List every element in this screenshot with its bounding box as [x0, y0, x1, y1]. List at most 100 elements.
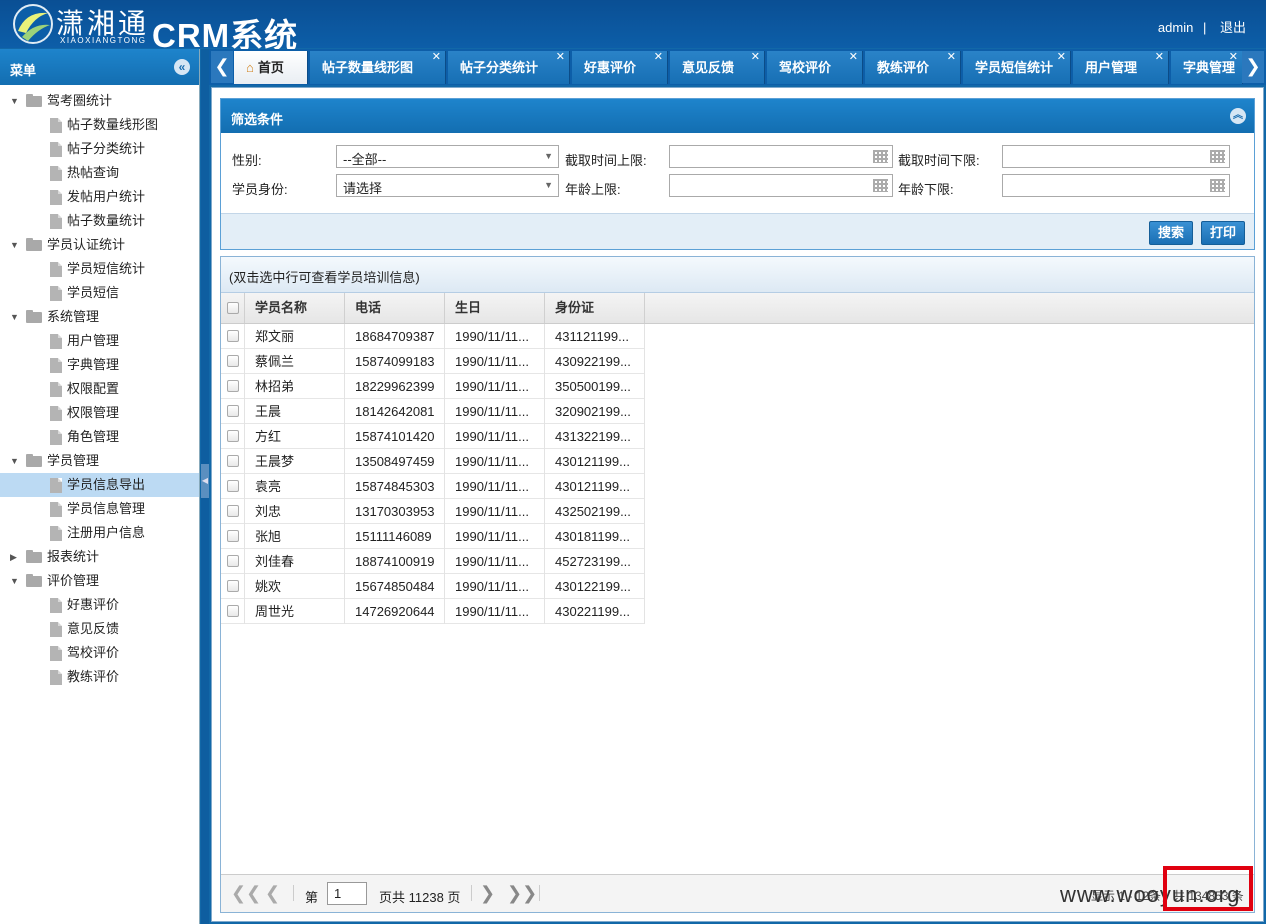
menu-item[interactable]: 学员信息管理 — [0, 497, 199, 521]
tab[interactable]: 意见反馈 ✕ — [670, 51, 765, 84]
calendar-icon[interactable] — [1210, 179, 1225, 192]
logout-link[interactable]: 退出 — [1220, 20, 1246, 35]
deadline-lower-input[interactable] — [1002, 145, 1230, 168]
menu-item[interactable]: 教练评价 — [0, 665, 199, 689]
tab[interactable]: ⌂ 首页 — [234, 51, 308, 84]
menu-item[interactable]: 发帖用户统计 — [0, 185, 199, 209]
menu-group[interactable]: ▼ 评价管理 — [0, 569, 199, 593]
select-all-checkbox[interactable] — [221, 293, 245, 323]
collapse-panel-icon[interactable]: ︽ — [1230, 108, 1246, 124]
menu-item[interactable]: 权限配置 — [0, 377, 199, 401]
collapse-sidebar-icon[interactable]: « — [174, 59, 190, 75]
menu-item[interactable]: 字典管理 — [0, 353, 199, 377]
tab[interactable]: 学员短信统计 ✕ — [963, 51, 1071, 84]
identity-select[interactable]: 请选择 ▼ — [336, 174, 559, 197]
print-button[interactable]: 打印 — [1201, 221, 1245, 245]
table-row[interactable]: 蔡佩兰 15874099183 1990/11/11... 430922199... — [221, 349, 645, 374]
row-checkbox[interactable] — [221, 374, 245, 399]
menu-item[interactable]: 权限管理 — [0, 401, 199, 425]
collapse-arrow-icon[interactable]: ▼ — [10, 449, 20, 473]
close-tab-icon[interactable]: ✕ — [1229, 41, 1238, 74]
collapse-arrow-icon[interactable]: ▼ — [10, 89, 20, 113]
table-row[interactable]: 姚欢 15674850484 1990/11/11... 430122199... — [221, 574, 645, 599]
row-checkbox[interactable] — [221, 324, 245, 349]
row-checkbox[interactable] — [221, 399, 245, 424]
close-tab-icon[interactable]: ✕ — [849, 41, 858, 74]
row-checkbox[interactable] — [221, 599, 245, 624]
menu-item[interactable]: 好惠评价 — [0, 593, 199, 617]
table-row[interactable]: 王晨梦 13508497459 1990/11/11... 430121199... — [221, 449, 645, 474]
collapse-arrow-icon[interactable]: ▼ — [10, 305, 20, 329]
table-row[interactable]: 刘忠 13170303953 1990/11/11... 432502199... — [221, 499, 645, 524]
menu-item[interactable]: 帖子数量统计 — [0, 209, 199, 233]
row-checkbox[interactable] — [221, 549, 245, 574]
row-checkbox[interactable] — [221, 449, 245, 474]
next-page-icon[interactable]: ❯ — [480, 884, 495, 902]
tab[interactable]: 教练评价 ✕ — [865, 51, 961, 84]
row-checkbox[interactable] — [221, 499, 245, 524]
row-checkbox[interactable] — [221, 524, 245, 549]
tab[interactable]: 驾校评价 ✕ — [767, 51, 863, 84]
column-header-birthday[interactable]: 生日 — [445, 293, 545, 323]
row-checkbox[interactable] — [221, 349, 245, 374]
calendar-icon[interactable] — [1210, 150, 1225, 163]
menu-group[interactable]: ▼ 系统管理 — [0, 305, 199, 329]
tab[interactable]: 好惠评价 ✕ — [572, 51, 668, 84]
tab[interactable]: 用户管理 ✕ — [1073, 51, 1169, 84]
table-row[interactable]: 方红 15874101420 1990/11/11... 431322199... — [221, 424, 645, 449]
table-row[interactable]: 刘佳春 18874100919 1990/11/11... 452723199... — [221, 549, 645, 574]
column-header-name[interactable]: 学员名称 — [245, 293, 345, 323]
collapse-arrow-icon[interactable]: ▼ — [10, 233, 20, 257]
sidebar-splitter[interactable]: ◀ — [201, 49, 209, 924]
tab[interactable]: 帖子分类统计 ✕ — [448, 51, 570, 84]
menu-item[interactable]: 帖子分类统计 — [0, 137, 199, 161]
column-header-id-card[interactable]: 身份证 — [545, 293, 645, 323]
calendar-icon[interactable] — [873, 150, 888, 163]
close-tab-icon[interactable]: ✕ — [1057, 41, 1066, 74]
prev-page-icon[interactable]: ❮ — [265, 884, 280, 902]
table-row[interactable]: 郑文丽 18684709387 1990/11/11... 431121199... — [221, 324, 645, 349]
table-row[interactable]: 王晨 18142642081 1990/11/11... 320902199... — [221, 399, 645, 424]
table-row[interactable]: 周世光 14726920644 1990/11/11... 430221199... — [221, 599, 645, 624]
menu-item[interactable]: 注册用户信息 — [0, 521, 199, 545]
close-tab-icon[interactable]: ✕ — [432, 41, 441, 74]
tab[interactable]: 帖子数量线形图 ✕ — [310, 51, 446, 84]
table-row[interactable]: 袁亮 15874845303 1990/11/11... 430121199... — [221, 474, 645, 499]
tab-scroll-left-icon[interactable]: ❮ — [211, 51, 233, 83]
age-upper-input[interactable] — [669, 174, 893, 197]
row-checkbox[interactable] — [221, 424, 245, 449]
page-number-input[interactable]: 1 — [327, 882, 367, 905]
table-row[interactable]: 林招弟 18229962399 1990/11/11... 350500199... — [221, 374, 645, 399]
menu-group[interactable]: ▼ 学员管理 — [0, 449, 199, 473]
expand-arrow-icon[interactable]: ▶ — [10, 545, 20, 569]
table-row[interactable]: 张旭 15111146089 1990/11/11... 430181199... — [221, 524, 645, 549]
menu-item[interactable]: 角色管理 — [0, 425, 199, 449]
menu-item[interactable]: 帖子数量线形图 — [0, 113, 199, 137]
username-link[interactable]: admin — [1158, 20, 1193, 35]
menu-item[interactable]: 用户管理 — [0, 329, 199, 353]
close-tab-icon[interactable]: ✕ — [1155, 41, 1164, 74]
menu-group[interactable]: ▼ 学员认证统计 — [0, 233, 199, 257]
menu-item[interactable]: 意见反馈 — [0, 617, 199, 641]
close-tab-icon[interactable]: ✕ — [556, 41, 565, 74]
search-button[interactable]: 搜索 — [1149, 221, 1193, 245]
first-page-icon[interactable]: ❮❮ — [231, 884, 261, 902]
menu-group[interactable]: ▼ 驾考圈统计 — [0, 89, 199, 113]
age-lower-input[interactable] — [1002, 174, 1230, 197]
menu-item[interactable]: 学员短信 — [0, 281, 199, 305]
last-page-icon[interactable]: ❯❯ — [507, 884, 537, 902]
tab-scroll-right-icon[interactable]: ❯ — [1242, 51, 1264, 83]
deadline-upper-input[interactable] — [669, 145, 893, 168]
close-tab-icon[interactable]: ✕ — [654, 41, 663, 74]
row-checkbox[interactable] — [221, 574, 245, 599]
tab[interactable]: 字典管理 ✕ — [1171, 51, 1243, 84]
close-tab-icon[interactable]: ✕ — [947, 41, 956, 74]
collapse-arrow-icon[interactable]: ▼ — [10, 569, 20, 593]
close-tab-icon[interactable]: ✕ — [751, 41, 760, 74]
menu-group[interactable]: ▶ 报表统计 — [0, 545, 199, 569]
menu-item[interactable]: 学员信息导出 — [0, 473, 199, 497]
gender-select[interactable]: --全部-- ▼ — [336, 145, 559, 168]
splitter-handle-icon[interactable]: ◀ — [201, 464, 209, 498]
row-checkbox[interactable] — [221, 474, 245, 499]
menu-item[interactable]: 驾校评价 — [0, 641, 199, 665]
